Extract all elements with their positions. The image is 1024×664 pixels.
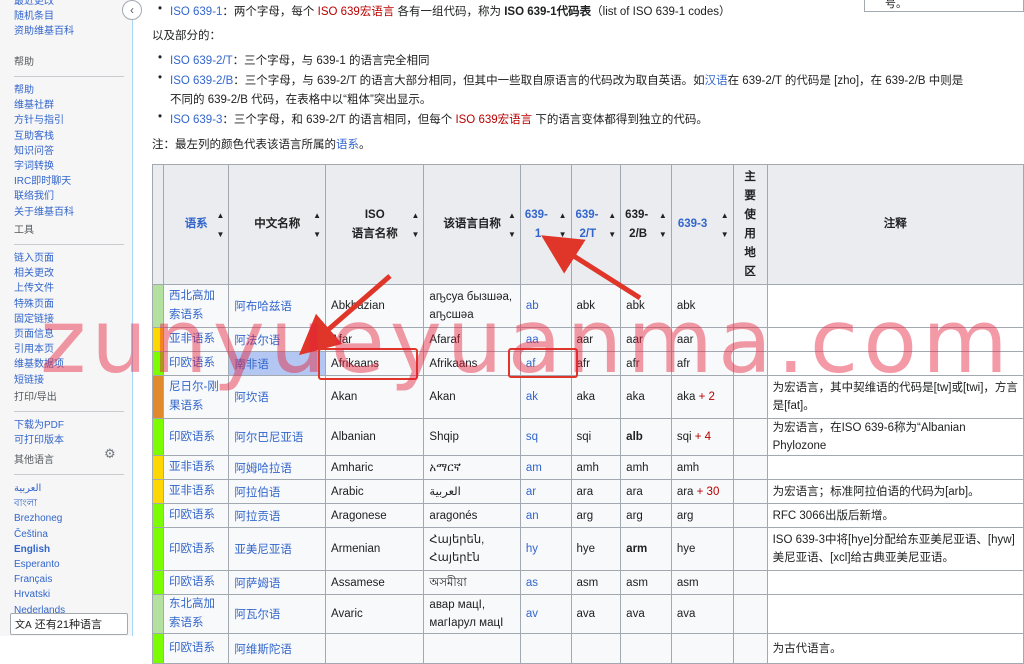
table-row: 印欧语系 阿维斯陀语 为古代语言。 <box>152 633 1024 664</box>
main-region-cell <box>732 633 768 664</box>
family-color-cell <box>152 633 164 664</box>
code-639-2b-cell <box>620 633 672 664</box>
notes-cell-text: 为古代语言。 <box>772 642 842 655</box>
chinese-name-cell-text[interactable]: 阿维斯陀语 <box>234 644 292 656</box>
notes-cell: 为古代语言。 <box>766 633 1024 664</box>
watermark: zunyueyuanma.com <box>40 290 1013 393</box>
code-639-2t-cell <box>570 633 622 664</box>
chinese-name-cell[interactable]: 阿维斯陀语 <box>228 633 327 664</box>
iso-name-cell <box>325 633 425 664</box>
native-name-cell <box>423 633 521 664</box>
family-cell[interactable]: 印欧语系 <box>162 633 230 664</box>
code-639-1-cell[interactable] <box>519 633 572 664</box>
code-639-3-cell <box>670 633 734 664</box>
family-cell-text[interactable]: 印欧语系 <box>169 642 215 654</box>
